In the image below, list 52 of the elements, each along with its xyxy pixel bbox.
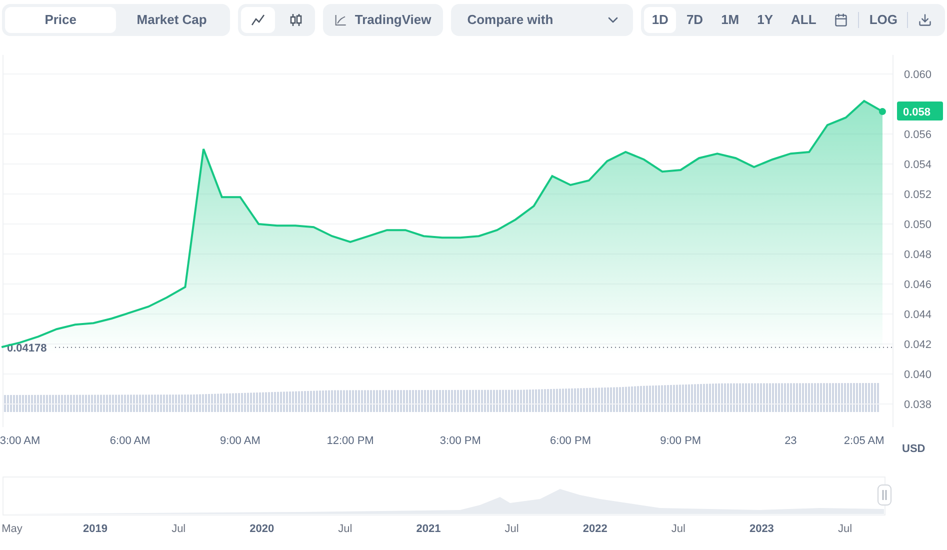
range-tab[interactable]: ALL [783, 6, 824, 32]
y-axis-label: 0.048 [904, 249, 932, 262]
chart-type-button[interactable] [241, 6, 275, 32]
y-axis-label: 0.040 [904, 369, 932, 382]
log-button[interactable]: LOG [861, 6, 906, 32]
currency-label: USD [902, 443, 926, 455]
toggle-tab[interactable]: Price [5, 6, 116, 32]
timeline-label: Jul [338, 523, 352, 535]
timeline-label: 2023 [749, 523, 774, 535]
range-tab[interactable]: 7D [678, 6, 712, 32]
x-axis-label: 3:00 PM [440, 435, 481, 447]
timeline-label: 2019 [83, 523, 108, 535]
timeline-label: 2021 [416, 523, 441, 535]
range-tab[interactable]: 1Y [749, 6, 782, 32]
y-axis-label: 0.042 [904, 339, 932, 352]
y-axis-label: 0.056 [904, 129, 932, 142]
range-tab[interactable]: 1M [713, 6, 748, 32]
timeline-label: 2020 [250, 523, 274, 535]
x-axis-label: 3:00 AM [0, 435, 40, 447]
tradingview-button[interactable]: TradingView [323, 4, 444, 36]
current-price-badge: 0.058 [897, 102, 943, 121]
x-axis-label: 9:00 PM [660, 435, 702, 447]
x-axis-label: 6:00 AM [110, 435, 150, 447]
navigator-handle[interactable] [878, 484, 892, 506]
y-axis-label: 0.060 [904, 69, 932, 82]
y-axis-label: 0.046 [904, 279, 932, 292]
current-point [878, 108, 886, 116]
y-axis-label: 0.052 [904, 189, 932, 202]
x-axis-label: 12:00 PM [326, 435, 374, 447]
compare-dropdown[interactable]: Compare with [451, 4, 633, 36]
x-axis-label: 23 [784, 435, 797, 447]
line-chart-icon [251, 12, 266, 26]
timeline-label: Jul [671, 523, 686, 535]
y-axis-label: 0.054 [904, 159, 932, 172]
range-tab[interactable]: 1D [644, 6, 676, 32]
calendar-icon [834, 12, 848, 26]
x-axis-label: 6:00 PM [550, 435, 591, 447]
y-axis-label: 0.044 [904, 309, 932, 322]
timeline-label: Jul [504, 523, 519, 535]
y-axis-label: 0.050 [904, 219, 932, 232]
timeline-label: Jul [838, 523, 852, 535]
candlestick-icon [288, 12, 303, 26]
timeline-label: May [2, 523, 22, 535]
x-axis-label: 2:05 AM [844, 435, 884, 447]
y-axis-label: 0.038 [904, 399, 932, 412]
start-price-label: 0.04178 [7, 342, 47, 354]
download-icon [918, 12, 932, 26]
x-axis-label: 9:00 AM [220, 435, 260, 447]
chart-curve-icon [335, 12, 347, 26]
timeline-label: 2022 [582, 523, 608, 535]
timeline-label: Jul [172, 523, 186, 535]
toggle-tab[interactable]: Market Cap [116, 6, 228, 32]
